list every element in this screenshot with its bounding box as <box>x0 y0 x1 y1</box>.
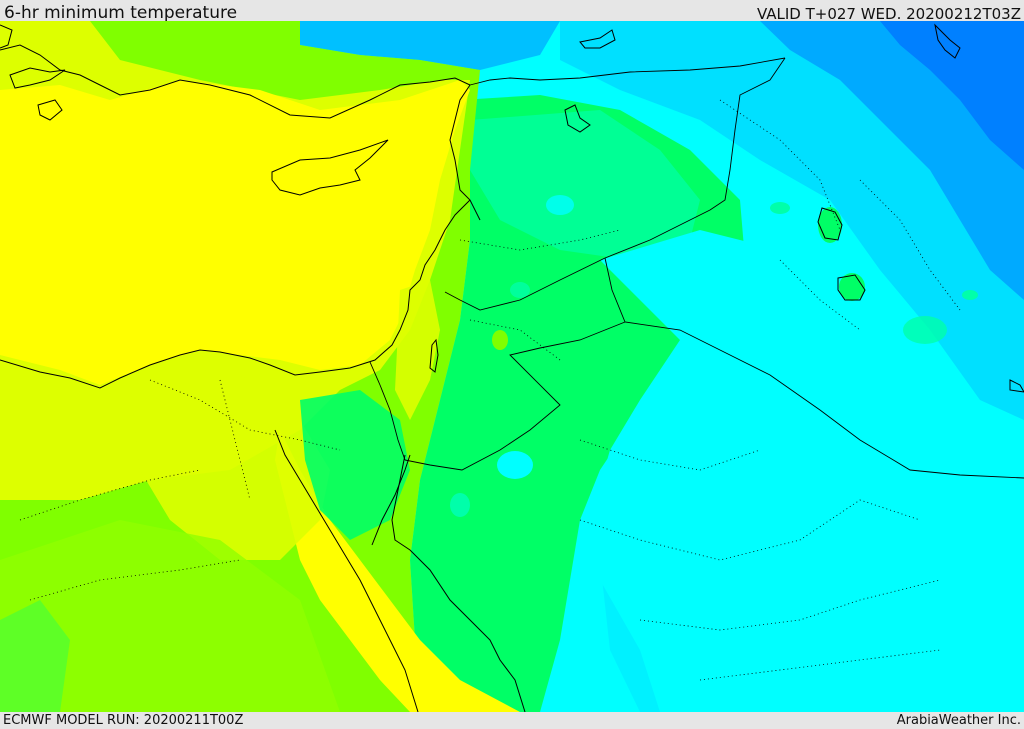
model-run-label: ECMWF MODEL RUN: 20200211T00Z <box>3 713 244 728</box>
header-bar: 6-hr minimum temperature VALID T+027 WED… <box>0 0 1024 23</box>
field-green-blob <box>492 330 508 350</box>
map-title: 6-hr minimum temperature <box>4 3 238 23</box>
field-green-blob <box>962 290 978 300</box>
field-green-blob <box>903 316 947 344</box>
field-green-blob <box>770 202 790 214</box>
field-green-blob <box>510 282 530 298</box>
temperature-map[interactable] <box>0 21 1024 712</box>
field-green-blob <box>546 195 574 215</box>
field-cyan-blob <box>497 451 533 479</box>
footer-bar: ECMWF MODEL RUN: 20200211T00Z ArabiaWeat… <box>0 712 1024 729</box>
field-cyan-blob <box>450 493 470 517</box>
credit-label: ArabiaWeather Inc. <box>896 713 1021 728</box>
map-canvas <box>0 21 1024 712</box>
